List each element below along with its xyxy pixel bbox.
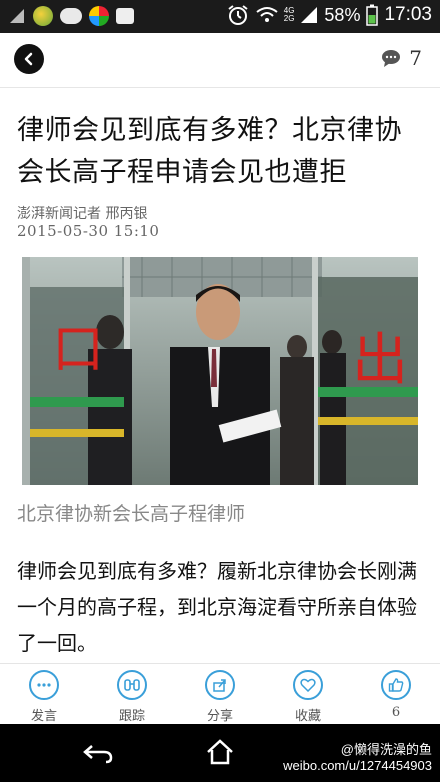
watermark-handle: @懒得洗澡的鱼 [340,742,432,757]
app-notif-icon [33,6,53,26]
share-action-label: 分享 [206,709,233,724]
photo-sign-right: 出 [352,328,408,393]
system-nav-bar: @懒得洗澡的鱼 weibo.com/u/1274454903 [0,724,440,782]
comments-button[interactable]: 7 [381,46,422,70]
battery-icon [366,4,379,26]
status-bar: 4G 2G 58% 17:03 [0,0,440,33]
alarm-icon [228,5,248,25]
follow-action-button[interactable]: 跟踪 [88,664,176,725]
share-icon [205,670,235,700]
battery-percent: 58% [324,4,361,25]
comment-bubble-icon [382,50,401,67]
weibo-watermark: @懒得洗澡的鱼 weibo.com/u/1274454903 [283,742,432,774]
nav-back-icon [83,745,113,764]
network-type-bottom: 2G [283,14,295,23]
back-button[interactable] [14,44,44,74]
nav-back-button[interactable] [82,742,114,768]
share-action-button[interactable]: 分享 [176,664,264,725]
article-header: 7 [0,33,440,88]
comment-action-label: 发言 [30,709,57,724]
article-date: 2015-05-30 15:10 [17,222,160,240]
photo-sign-left: 口 [52,320,104,380]
article-body: 律师会见到底有多难？履新北京律协会长刚满一个月的高子程，到北京海淀看守所亲自体验… [17,559,417,655]
clock: 17:03 [384,4,432,25]
home-icon [207,739,233,765]
signal-notif-icon [10,9,24,23]
system-status: 4G 2G 58% 17:03 [226,4,432,26]
weather-icon [60,8,82,24]
binoculars-icon [117,670,147,700]
like-action-button[interactable]: 6 [352,664,440,725]
comment-icon [29,670,59,700]
notification-icons [8,6,134,26]
thumbs-up-icon [381,670,411,700]
favorite-action-label: 收藏 [294,709,321,724]
like-count: 6 [391,705,401,720]
message-notif-icon [116,8,134,24]
cell-signal-icon [301,7,318,23]
nav-home-button[interactable] [206,739,234,769]
chevron-left-icon [24,52,33,66]
network-type: 4G 2G [284,7,295,23]
article-photo[interactable]: 口 出 [22,257,418,485]
article-byline: 澎湃新闻记者 邢丙银 [17,206,148,222]
watermark-url: weibo.com/u/1274454903 [283,758,432,773]
heart-icon [293,670,323,700]
article-title: 律师会见到底有多难？北京律协会长高子程申请会见也遭拒 [17,115,402,188]
comment-count: 7 [409,46,422,70]
photo-caption: 北京律协新会长高子程律师 [17,503,246,525]
wifi-icon [256,7,278,22]
favorite-action-button[interactable]: 收藏 [264,664,352,725]
article-toolbar: 发言 跟踪 分享 收藏 6 [0,663,440,725]
follow-action-label: 跟踪 [118,709,145,724]
comment-action-button[interactable]: 发言 [0,664,88,725]
browser-notif-icon [89,6,109,26]
photo-scene: 口 出 [22,257,418,485]
